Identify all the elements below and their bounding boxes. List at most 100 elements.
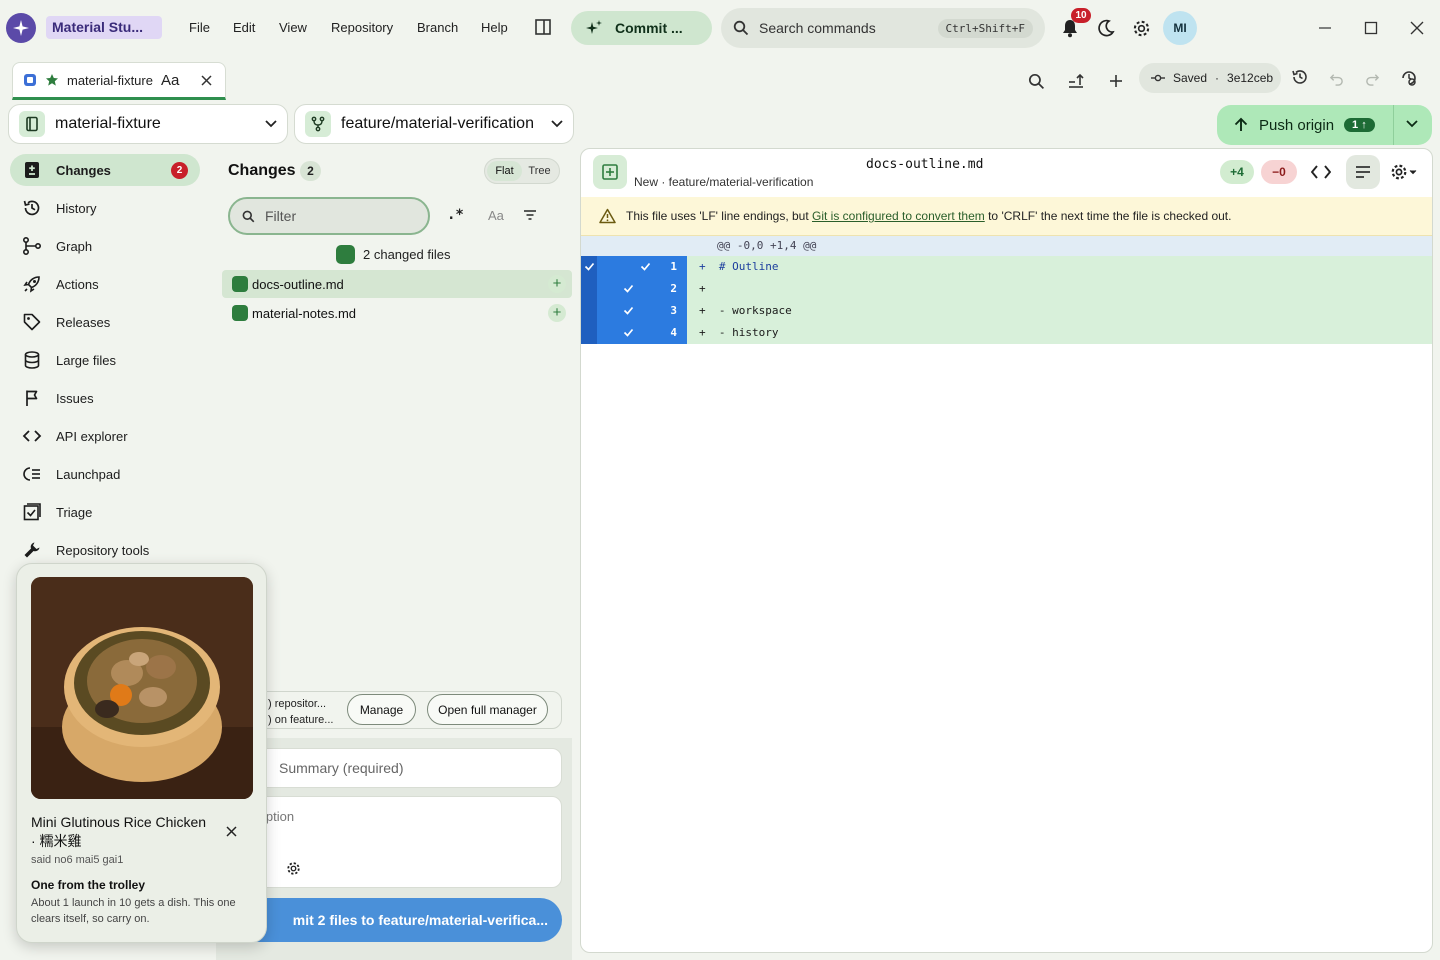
sidebar-item-graph[interactable]: Graph — [10, 230, 200, 262]
code-text: + - history — [699, 326, 779, 339]
undo-icon[interactable] — [1327, 69, 1345, 87]
command-search[interactable]: Search commands Ctrl+Shift+F — [721, 8, 1045, 48]
file-row[interactable]: docs-outline.md + — [222, 270, 572, 298]
app-title[interactable]: Material Stu... — [46, 16, 162, 39]
warning-text: This file uses 'LF' line endings, but Gi… — [626, 209, 1232, 223]
search-shortcut: Ctrl+Shift+F — [937, 18, 1033, 38]
changed-files-summary: 2 changed files — [336, 245, 450, 264]
chevron-down-icon — [551, 120, 563, 128]
gear-icon[interactable] — [1131, 18, 1151, 38]
sidebar-item-history[interactable]: History — [10, 192, 200, 224]
case-toggle[interactable]: Aa — [488, 208, 504, 223]
code-view-icon[interactable] — [1310, 162, 1332, 182]
star-icon[interactable] — [45, 73, 59, 87]
user-avatar[interactable]: MI — [1163, 11, 1197, 45]
sidebar-item-changes[interactable]: Changes 2 — [10, 154, 200, 186]
activity-icon[interactable] — [1399, 68, 1419, 88]
repo-tab[interactable]: material-fixture Aa — [12, 62, 226, 100]
file-name: docs-outline.md — [252, 276, 344, 292]
view-tree-option[interactable]: Tree — [522, 161, 557, 181]
lfs-summary-text: ) repositor... ) on feature... — [268, 696, 333, 728]
history-restore-icon[interactable] — [1290, 67, 1310, 87]
commit-button[interactable]: mit 2 files to feature/material-verifica… — [222, 898, 562, 942]
menu-view[interactable]: View — [279, 20, 307, 35]
file-row[interactable]: material-notes.md + — [222, 299, 572, 327]
menu-file[interactable]: File — [189, 20, 210, 35]
stage-file-plus-icon[interactable]: + — [548, 275, 566, 293]
commit-action-button[interactable]: Commit ... — [571, 11, 712, 45]
sidebar-item-large-files[interactable]: Large files — [10, 344, 200, 376]
repo-tab-name: material-fixture — [67, 72, 153, 88]
close-toast-icon[interactable] — [222, 822, 240, 840]
app-logo-icon — [6, 13, 36, 43]
sidebar-item-issues[interactable]: Issues — [10, 382, 200, 414]
search-toolbar-icon[interactable] — [1026, 71, 1046, 91]
sidebar-item-label: Large files — [56, 352, 116, 368]
font-toggle[interactable]: Aa — [161, 72, 179, 89]
diff-line[interactable]: 3 + - workspace — [581, 300, 1432, 322]
commit-options-gear-icon[interactable] — [285, 860, 301, 876]
database-icon — [22, 350, 42, 370]
sidebar-item-actions[interactable]: Actions — [10, 268, 200, 300]
menu-edit[interactable]: Edit — [233, 20, 255, 35]
line-number: 4 — [670, 326, 677, 339]
sidebar-item-api-explorer[interactable]: API explorer — [10, 420, 200, 452]
toggle-panel-icon[interactable] — [533, 17, 553, 37]
close-window-icon[interactable] — [1408, 19, 1426, 37]
close-tab-icon[interactable] — [201, 74, 212, 86]
maximize-icon[interactable] — [1362, 19, 1380, 37]
line-number: 1 — [670, 260, 677, 273]
minimize-icon[interactable] — [1316, 19, 1334, 37]
open-full-manager-button[interactable]: Open full manager — [427, 694, 548, 725]
dish-romanization: said no6 mai5 gai1 — [31, 854, 124, 866]
rocket-icon — [22, 274, 42, 294]
moon-icon[interactable] — [1096, 18, 1116, 38]
git-config-link[interactable]: Git is configured to convert them — [812, 209, 985, 223]
filter-options-icon[interactable] — [522, 207, 538, 223]
push-dropdown-chevron-icon[interactable] — [1406, 120, 1418, 128]
saved-status[interactable]: Saved · 3e12ceb — [1139, 63, 1281, 93]
diff-line[interactable]: 4 + - history — [581, 322, 1432, 344]
sidebar-item-label: Changes — [56, 162, 111, 178]
regex-toggle[interactable]: .* — [447, 207, 464, 223]
commit-description-input[interactable]: iption — [222, 796, 562, 888]
manage-button[interactable]: Manage — [347, 694, 416, 725]
filter-input[interactable]: Filter — [228, 197, 430, 235]
menu-repository[interactable]: Repository — [331, 20, 393, 35]
view-flat-option[interactable]: Flat — [487, 161, 522, 181]
sidebar-item-repository-tools[interactable]: Repository tools — [10, 534, 200, 566]
plus-icon[interactable] — [1106, 71, 1126, 91]
warning-icon — [599, 208, 616, 224]
lfs-summary-line: ) on feature... — [268, 714, 334, 726]
menu-help[interactable]: Help — [481, 20, 508, 35]
wrap-lines-button[interactable] — [1346, 155, 1380, 189]
commit-action-label: Commit ... — [615, 20, 683, 36]
redo-icon[interactable] — [1363, 69, 1381, 87]
diff-line[interactable]: 2 + — [581, 278, 1432, 300]
dish-photo — [31, 577, 253, 799]
menu-branch[interactable]: Branch — [417, 20, 458, 35]
changes-count-chip: 2 — [300, 161, 321, 181]
search-placeholder: Search commands — [759, 20, 876, 36]
saved-label: Saved — [1173, 71, 1208, 85]
repo-tab-icon — [23, 73, 37, 87]
branch-icon — [305, 111, 331, 137]
sidebar-item-releases[interactable]: Releases — [10, 306, 200, 338]
stage-file-plus-icon[interactable]: + — [548, 304, 566, 322]
commit-summary-input[interactable]: Summary (required) — [222, 748, 562, 788]
repo-selector[interactable]: material-fixture — [8, 104, 288, 144]
branch-selector[interactable]: feature/material-verification — [294, 104, 574, 144]
push-origin-button[interactable]: Push origin 1 ↑ — [1217, 105, 1432, 145]
sidebar-item-triage[interactable]: Triage — [10, 496, 200, 528]
code-text: + — [699, 282, 706, 295]
sort-icon[interactable] — [1066, 71, 1086, 91]
arrow-up-icon — [1233, 117, 1249, 133]
summary-placeholder: Summary (required) — [279, 760, 404, 776]
toast-body: About 1 launch in 10 gets a dish. This o… — [31, 897, 236, 925]
sidebar-item-launchpad[interactable]: Launchpad — [10, 458, 200, 490]
search-icon — [733, 20, 749, 36]
diff-settings-gear-icon[interactable] — [1389, 162, 1419, 182]
view-mode-toggle[interactable]: Flat Tree — [484, 158, 560, 184]
sidebar-item-label: Triage — [56, 504, 93, 520]
diff-line[interactable]: 1 + # Outline — [581, 256, 1432, 278]
